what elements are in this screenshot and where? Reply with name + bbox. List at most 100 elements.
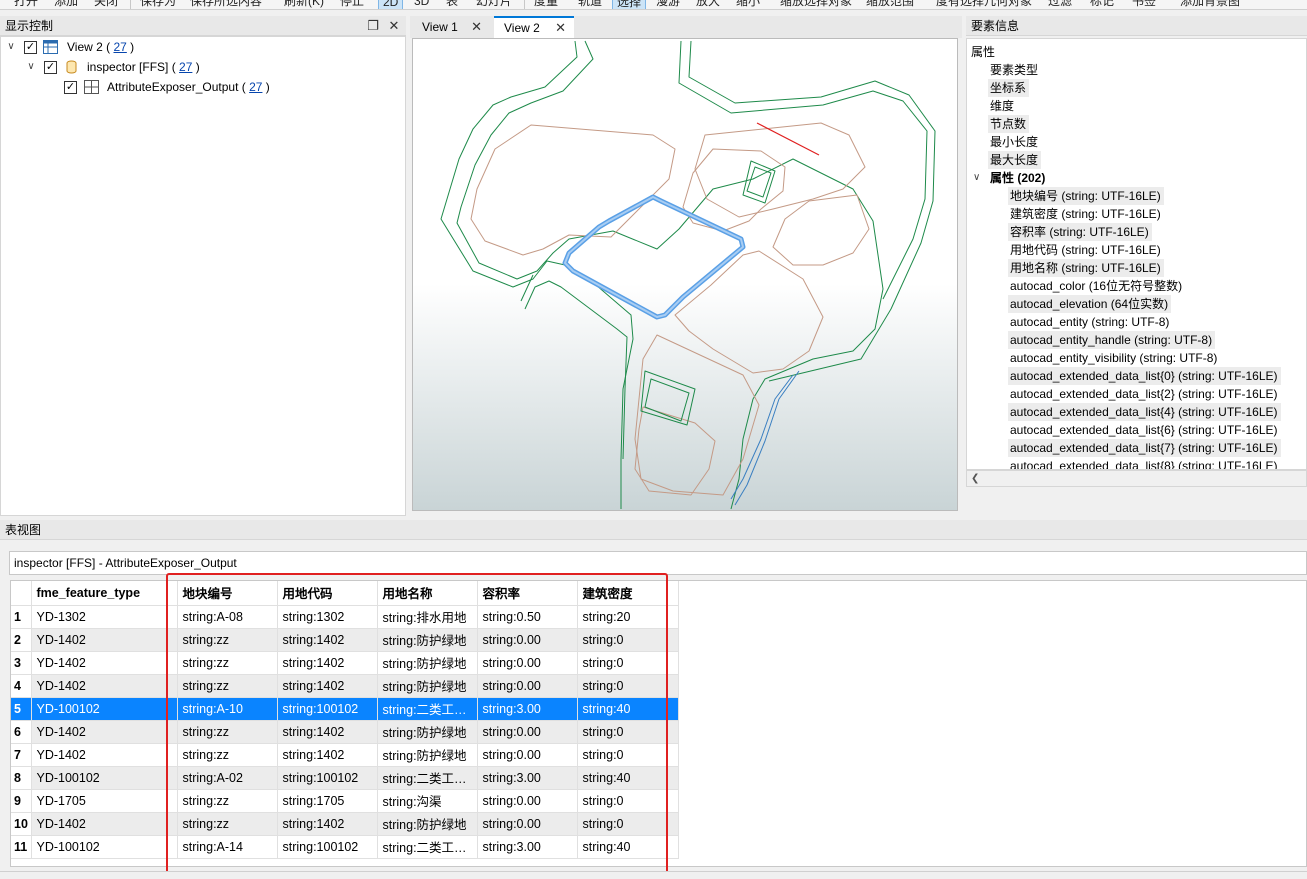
column-header[interactable]: 建筑密度	[577, 581, 679, 606]
list-item[interactable]: autocad_extended_data_list{6} (string: U…	[967, 421, 1306, 439]
table-cell[interactable]: string:防护绿地	[377, 651, 478, 675]
list-item[interactable]: autocad_extended_data_list{7} (string: U…	[967, 439, 1306, 457]
list-item[interactable]: 建筑密度 (string: UTF-16LE)	[967, 205, 1306, 223]
table-row[interactable]: 4 YD-1402 string:zz string:1402 string:防护绿地 s…	[11, 674, 679, 698]
save-selection-button[interactable]: 保存所选内容	[186, 0, 266, 9]
table-cell[interactable]: string:3.00	[477, 697, 578, 721]
zoom-selected-button[interactable]: 缩放选择对象	[776, 0, 856, 9]
count-link[interactable]: 27	[113, 40, 126, 54]
table-cell[interactable]: YD-100102	[31, 697, 178, 721]
list-item[interactable]: autocad_extended_data_list{2} (string: U…	[967, 385, 1306, 403]
close-icon[interactable]: ✕	[555, 18, 566, 38]
table-row[interactable]: 7 YD-1402 string:zz string:1402 string:防护绿地 s…	[11, 743, 679, 767]
table-cell[interactable]: string:zz	[177, 651, 278, 675]
list-item[interactable]: 维度	[967, 97, 1306, 115]
table-cell[interactable]: string:0	[577, 743, 679, 767]
list-item[interactable]: 地块编号 (string: UTF-16LE)	[967, 187, 1306, 205]
table-selector[interactable]: inspector [FFS] - AttributeExposer_Outpu…	[9, 551, 1307, 575]
table-cell[interactable]: string:1705	[277, 789, 378, 813]
table-cell[interactable]: string:0.00	[477, 651, 578, 675]
tree-item-attributeexposer[interactable]: ✓ AttributeExposer_Output ( 27 )	[1, 77, 405, 97]
table-cell[interactable]: string:0	[577, 812, 679, 836]
attr-root[interactable]: 属性	[967, 43, 1306, 61]
close-icon[interactable]: ✕	[386, 16, 402, 36]
table-cell[interactable]: string:A-14	[177, 835, 278, 859]
zoom-out-button[interactable]: 缩小	[732, 0, 764, 9]
table-cell[interactable]: string:排水用地	[377, 605, 478, 629]
table-cell[interactable]: string:20	[577, 605, 679, 629]
list-item[interactable]: autocad_entity (string: UTF-8)	[967, 313, 1306, 331]
column-header[interactable]: fme_feature_type	[31, 581, 178, 606]
table-cell[interactable]: YD-1402	[31, 720, 178, 744]
list-item[interactable]: 用地名称 (string: UTF-16LE)	[967, 259, 1306, 277]
table-cell[interactable]: string:1302	[277, 605, 378, 629]
close-button[interactable]: 关闭	[90, 0, 122, 9]
list-item[interactable]: autocad_extended_data_list{0} (string: U…	[967, 367, 1306, 385]
mark-button[interactable]: 标记	[1086, 0, 1118, 9]
zoom-extents-button[interactable]: 缩放范围	[862, 0, 918, 9]
table-cell[interactable]: string:zz	[177, 812, 278, 836]
table-cell[interactable]: string:0	[577, 720, 679, 744]
table-cell[interactable]: string:防护绿地	[377, 743, 478, 767]
table-cell[interactable]: string:1402	[277, 628, 378, 652]
table-cell[interactable]: string:防护绿地	[377, 628, 478, 652]
list-item[interactable]: 容积率 (string: UTF-16LE)	[967, 223, 1306, 241]
horizontal-scrollbar[interactable]: ❮	[966, 470, 1307, 487]
table-cell[interactable]: string:zz	[177, 628, 278, 652]
table-cell[interactable]: string:1402	[277, 812, 378, 836]
table-cell[interactable]: YD-1402	[31, 743, 178, 767]
save-as-button[interactable]: 保存为	[136, 0, 180, 9]
list-item[interactable]: 最大长度	[967, 151, 1306, 169]
list-item[interactable]: autocad_elevation (64位实数)	[967, 295, 1306, 313]
table-cell[interactable]: string:A-02	[177, 766, 278, 790]
table-cell[interactable]: YD-1302	[31, 605, 178, 629]
slideshow-button[interactable]: 幻灯片	[472, 0, 516, 9]
table-row[interactable]: 8 YD-100102 string:A-02 string:100102 string…	[11, 766, 679, 790]
column-header[interactable]: 容积率	[477, 581, 578, 606]
table-button[interactable]: 表	[442, 0, 462, 9]
list-item[interactable]: 最小长度	[967, 133, 1306, 151]
table-cell[interactable]: string:zz	[177, 674, 278, 698]
add-background-button[interactable]: 添加背景图	[1176, 0, 1244, 9]
column-header[interactable]: 用地代码	[277, 581, 378, 606]
table-cell[interactable]: string:40	[577, 697, 679, 721]
table-row[interactable]: 11 YD-100102 string:A-14 string:100102 strin…	[11, 835, 679, 859]
table-cell[interactable]: string:二类工…	[377, 697, 478, 721]
chevron-down-icon[interactable]: ∨	[25, 57, 37, 77]
table-cell[interactable]: string:A-08	[177, 605, 278, 629]
table-cell[interactable]: string:二类工…	[377, 766, 478, 790]
column-header[interactable]: 地块编号	[177, 581, 278, 606]
table-row[interactable]: 1 YD-1302 string:A-08 string:1302 string:排水用…	[11, 605, 679, 629]
tree-item-inspector[interactable]: ∨ ✓ inspector [FFS] ( 27 )	[1, 57, 405, 77]
table-cell[interactable]: YD-1402	[31, 628, 178, 652]
table-cell[interactable]: string:1402	[277, 743, 378, 767]
table-cell[interactable]: string:0	[577, 674, 679, 698]
table-cell[interactable]: string:40	[577, 766, 679, 790]
list-item[interactable]: autocad_extended_data_list{4} (string: U…	[967, 403, 1306, 421]
list-item[interactable]: 要素类型	[967, 61, 1306, 79]
table-cell[interactable]: string:0.50	[477, 605, 578, 629]
chevron-down-icon[interactable]: ∨	[973, 169, 980, 187]
list-item[interactable]: autocad_entity_visibility (string: UTF-8…	[967, 349, 1306, 367]
table-cell[interactable]: string:1402	[277, 674, 378, 698]
table-cell[interactable]: YD-100102	[31, 835, 178, 859]
bookmark-button[interactable]: 书签	[1128, 0, 1160, 9]
table-row[interactable]: 2 YD-1402 string:zz string:1402 string:防护绿地 s…	[11, 628, 679, 652]
tab-view-1[interactable]: View 1 ✕	[412, 16, 490, 38]
table-cell[interactable]: string:0	[577, 651, 679, 675]
attributes-group[interactable]: ∨ 属性 (202)	[967, 169, 1306, 187]
chevron-left-icon[interactable]: ❮	[971, 471, 979, 486]
list-item[interactable]: autocad_color (16位无符号整数)	[967, 277, 1306, 295]
zoom-in-button[interactable]: 放大	[692, 0, 724, 9]
stop-button[interactable]: 停止	[336, 0, 368, 9]
table-cell[interactable]: string:0.00	[477, 720, 578, 744]
table-cell[interactable]: string:3.00	[477, 766, 578, 790]
visibility-checkbox[interactable]: ✓	[24, 41, 37, 54]
table-cell[interactable]: string:100102	[277, 835, 378, 859]
table-cell[interactable]: string:防护绿地	[377, 720, 478, 744]
measure-button[interactable]: 度量	[530, 0, 562, 9]
list-item[interactable]: autocad_entity_handle (string: UTF-8)	[967, 331, 1306, 349]
add-button[interactable]: 添加	[50, 0, 82, 9]
column-header[interactable]: 用地名称	[377, 581, 478, 606]
list-item[interactable]: 坐标系	[967, 79, 1306, 97]
